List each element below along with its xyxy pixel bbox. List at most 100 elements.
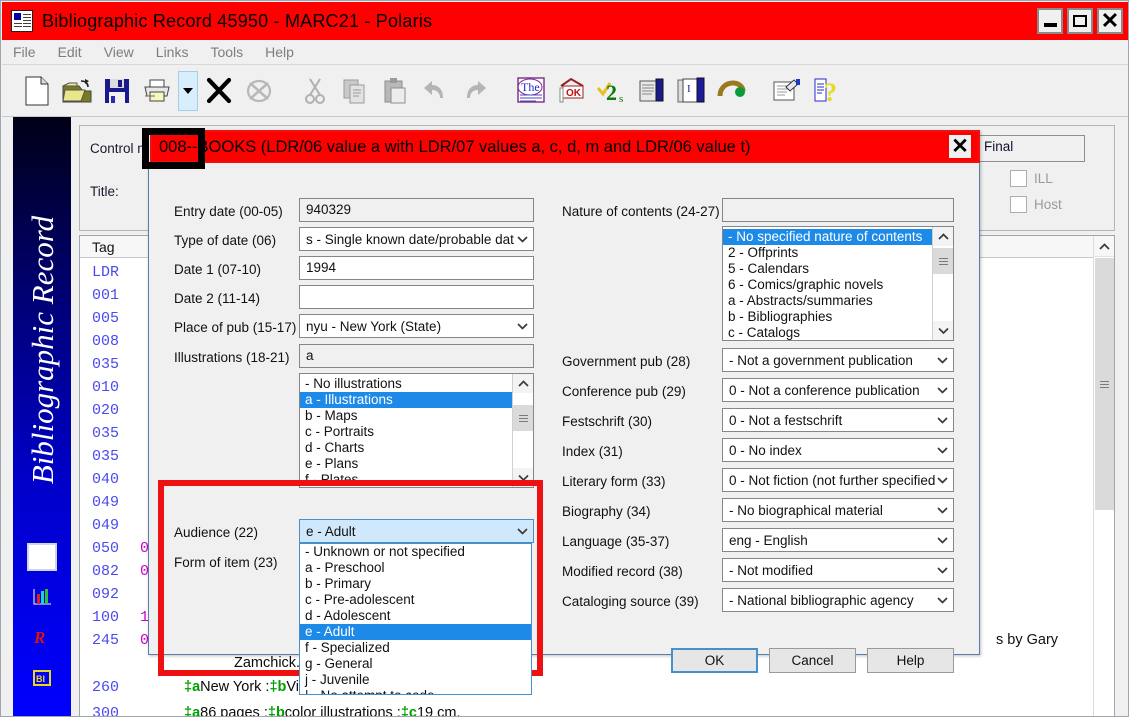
nature-of-contents-field[interactable] — [722, 198, 954, 222]
menu-file[interactable]: File — [2, 42, 47, 62]
menu-edit[interactable]: Edit — [47, 42, 93, 62]
modified-record-select[interactable]: - Not modified — [722, 558, 954, 582]
maximize-button[interactable] — [1067, 8, 1093, 34]
validate-ok-icon[interactable]: OK — [552, 71, 590, 111]
marc21-icon[interactable]: 2 s — [592, 71, 630, 111]
list-item[interactable]: | - No attempt to code — [300, 688, 531, 694]
new-record-icon[interactable] — [18, 71, 56, 111]
table-row[interactable]: Zamchick. — [80, 655, 1114, 679]
list-item[interactable]: b - Maps — [300, 408, 533, 424]
polaris-r-icon[interactable]: R — [29, 625, 55, 649]
scroll-up-icon[interactable] — [933, 227, 953, 246]
save-icon[interactable] — [98, 71, 136, 111]
marc-editor-icon[interactable] — [27, 543, 57, 571]
list-item[interactable]: - Unknown or not specified — [300, 544, 531, 560]
audience-select[interactable]: e - Adult — [299, 519, 534, 543]
record-status-field[interactable]: Final — [977, 135, 1085, 162]
scroll-up-icon[interactable] — [513, 374, 533, 393]
list-item[interactable]: 2 - Offprints — [723, 245, 953, 261]
book-icon[interactable] — [632, 71, 670, 111]
list-item[interactable]: 6 - Comics/graphic novels — [723, 277, 953, 293]
list-item[interactable]: c - Pre-adolescent — [300, 592, 531, 608]
link-icon[interactable] — [712, 71, 750, 111]
ill-checkbox-row[interactable]: ILL — [1010, 170, 1053, 187]
list-item[interactable]: j - Juvenile — [300, 672, 531, 688]
thesaurus-icon[interactable]: The — [512, 71, 550, 111]
list-item[interactable]: a - Illustrations — [300, 392, 533, 408]
help-button[interactable]: Help — [867, 648, 954, 673]
menu-links[interactable]: Links — [145, 42, 200, 62]
nature-of-contents-scrollbar[interactable] — [932, 227, 953, 340]
cut-icon[interactable] — [296, 71, 334, 111]
open-folder-icon[interactable] — [58, 71, 96, 111]
illustrations-scrollbar[interactable] — [512, 374, 533, 487]
list-item[interactable]: g - General — [300, 656, 531, 672]
statistics-icon[interactable] — [29, 584, 55, 608]
list-item[interactable]: f - Specialized — [300, 640, 531, 656]
menu-view[interactable]: View — [93, 42, 145, 62]
list-item[interactable]: c - Portraits — [300, 424, 533, 440]
scrollbar-thumb[interactable] — [1095, 258, 1114, 510]
list-item[interactable]: 5 - Calendars — [723, 261, 953, 277]
print-icon[interactable] — [138, 71, 176, 111]
conference-pub-select[interactable]: 0 - Not a conference publication — [722, 378, 954, 402]
undo-icon[interactable] — [416, 71, 454, 111]
list-item[interactable]: e - Plans — [300, 456, 533, 472]
list-item[interactable]: e - Adult — [300, 624, 531, 640]
place-of-pub-select[interactable]: nyu - New York (State) — [299, 314, 534, 338]
list-item[interactable]: a - Abstracts/summaries — [723, 293, 953, 309]
list-item[interactable]: f - Plates — [300, 472, 533, 487]
scrollbar-thumb[interactable] — [513, 405, 533, 431]
copy-icon[interactable] — [336, 71, 374, 111]
close-window-button[interactable]: ✕ — [1097, 8, 1123, 34]
ill-checkbox[interactable] — [1010, 170, 1027, 187]
undelete-icon[interactable] — [240, 71, 278, 111]
help-icon[interactable]: ? — [808, 71, 846, 111]
date1-field[interactable]: 1994 — [299, 256, 534, 280]
list-item[interactable]: a - Preschool — [300, 560, 531, 576]
ok-button[interactable]: OK — [671, 648, 758, 673]
table-row[interactable]: 260‡aNew York :‡bVillard Books,‡c1994. — [80, 679, 1114, 705]
grid-vertical-scrollbar[interactable] — [1093, 236, 1114, 716]
cataloging-source-select[interactable]: - National bibliographic agency — [722, 588, 954, 612]
list-item[interactable]: - No specified nature of contents — [723, 229, 953, 245]
dropdown-arrow-icon[interactable] — [178, 71, 198, 111]
book-item-icon[interactable]: BI — [29, 666, 55, 690]
illustrations-listbox[interactable]: - No illustrations a - Illustrations b -… — [299, 373, 534, 488]
scrollbar-thumb[interactable] — [933, 248, 953, 274]
index-select[interactable]: 0 - No index — [722, 438, 954, 462]
dialog-close-button[interactable]: ✕ — [947, 133, 973, 160]
host-checkbox-row[interactable]: Host — [1010, 196, 1062, 213]
cancel-button[interactable]: Cancel — [769, 648, 856, 673]
delete-x-icon[interactable] — [200, 71, 238, 111]
scroll-up-icon[interactable] — [1094, 236, 1114, 257]
list-item[interactable]: d - Charts — [300, 440, 533, 456]
illustrations-field[interactable]: a — [299, 344, 534, 368]
type-of-date-select[interactable]: s - Single known date/probable dat — [299, 227, 534, 251]
column-header-tag[interactable]: Tag — [80, 239, 140, 255]
list-item[interactable]: b - Primary — [300, 576, 531, 592]
paste-icon[interactable] — [376, 71, 414, 111]
list-item[interactable]: b - Bibliographies — [723, 309, 953, 325]
table-row[interactable]: 300 ‡a86 pages :‡bcolor illustrations ;‡c… — [80, 705, 1114, 716]
menu-help[interactable]: Help — [254, 42, 305, 62]
festschrift-select[interactable]: 0 - Not a festschrift — [722, 408, 954, 432]
scroll-track[interactable] — [933, 246, 953, 321]
audience-dropdown-list[interactable]: - Unknown or not specified a - Preschool… — [299, 543, 532, 695]
literary-form-select[interactable]: 0 - Not fiction (not further specified — [722, 468, 954, 492]
list-item[interactable]: d - Adolescent — [300, 608, 531, 624]
nature-of-contents-listbox[interactable]: - No specified nature of contents 2 - Of… — [722, 226, 954, 341]
scroll-down-icon[interactable] — [513, 468, 533, 487]
language-select[interactable]: eng - English — [722, 528, 954, 552]
minimize-button[interactable] — [1037, 8, 1063, 34]
government-pub-select[interactable]: - Not a government publication — [722, 348, 954, 372]
copy-record-icon[interactable]: I — [672, 71, 710, 111]
biography-select[interactable]: - No biographical material — [722, 498, 954, 522]
host-checkbox[interactable] — [1010, 196, 1027, 213]
properties-icon[interactable] — [768, 71, 806, 111]
menu-tools[interactable]: Tools — [199, 42, 254, 62]
list-item[interactable]: c - Catalogs — [723, 325, 953, 340]
list-item[interactable]: - No illustrations — [300, 376, 533, 392]
date2-field[interactable] — [299, 285, 534, 309]
scroll-track[interactable] — [513, 393, 533, 468]
